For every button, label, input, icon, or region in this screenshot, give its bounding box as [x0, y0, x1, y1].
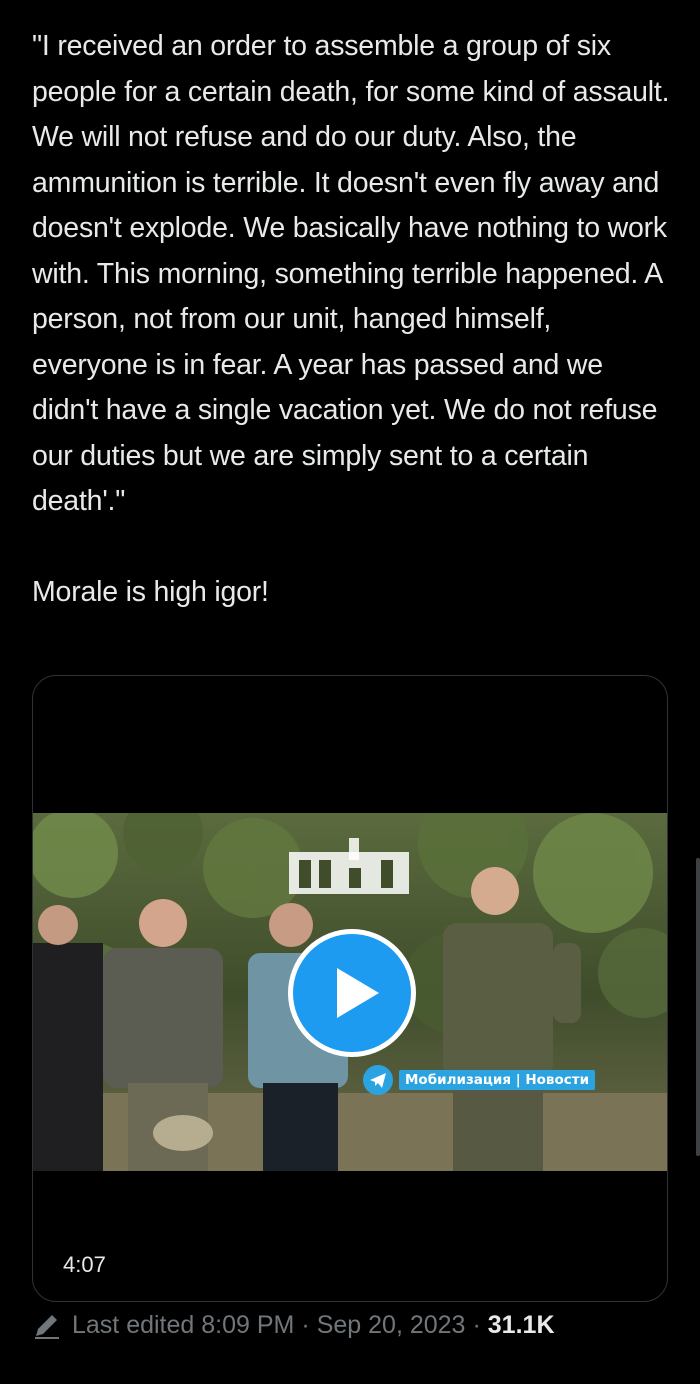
tweet-quote: "I received an order to assemble a group… — [32, 30, 670, 517]
tweet-comment: Morale is high igor! — [32, 575, 269, 608]
tweet-meta: Last edited 8:09 PM · Sep 20, 2023 · 31.… — [32, 1308, 555, 1342]
meta-separator: · — [472, 1310, 481, 1339]
channel-logo — [289, 838, 409, 898]
view-count[interactable]: 31.1K — [488, 1311, 555, 1340]
scrollbar[interactable] — [696, 858, 700, 1156]
tweet-text: "I received an order to assemble a group… — [32, 24, 672, 615]
pencil-icon — [35, 1315, 59, 1339]
tweet-date[interactable]: Sep 20, 2023 — [317, 1311, 466, 1340]
channel-watermark: Мобилизация | Новости — [363, 1063, 596, 1097]
video-duration: 4:07 — [63, 1252, 106, 1278]
video-thumbnail[interactable]: Мобилизация | Новости — [33, 813, 667, 1171]
play-button[interactable] — [288, 929, 416, 1057]
last-edited-link[interactable]: Last edited 8:09 PM — [72, 1311, 294, 1340]
play-icon — [337, 968, 379, 1018]
video-card[interactable]: Мобилизация | Новости 4:07 — [32, 675, 668, 1302]
watermark-text: Мобилизация | Новости — [399, 1070, 596, 1090]
meta-separator: · — [301, 1310, 310, 1339]
telegram-icon — [363, 1065, 393, 1095]
